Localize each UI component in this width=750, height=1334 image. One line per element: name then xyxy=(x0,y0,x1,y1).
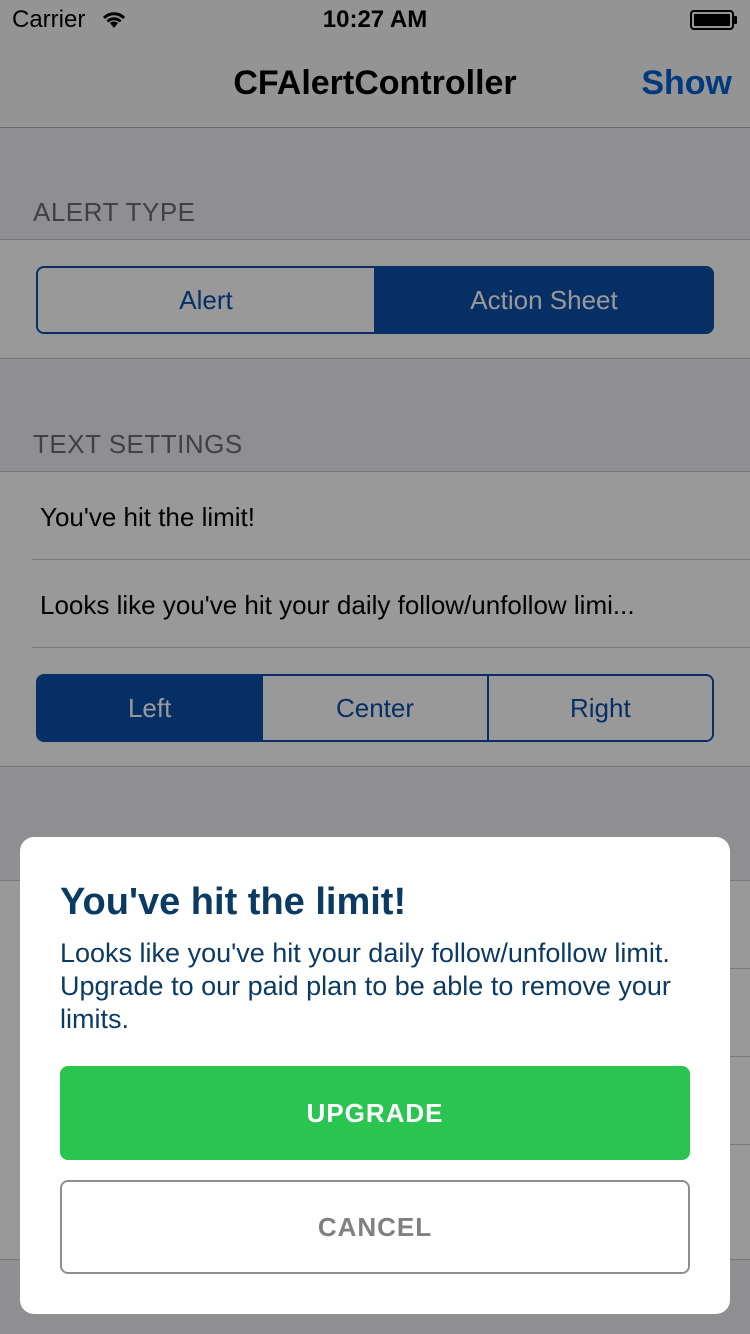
alert-dialog: You've hit the limit! Looks like you've … xyxy=(20,837,730,1314)
alert-message: Looks like you've hit your daily follow/… xyxy=(60,938,671,1034)
alert-title: You've hit the limit! xyxy=(60,881,407,923)
upgrade-button[interactable]: UPGRADE xyxy=(60,1066,690,1160)
cancel-button[interactable]: CANCEL xyxy=(60,1180,690,1274)
